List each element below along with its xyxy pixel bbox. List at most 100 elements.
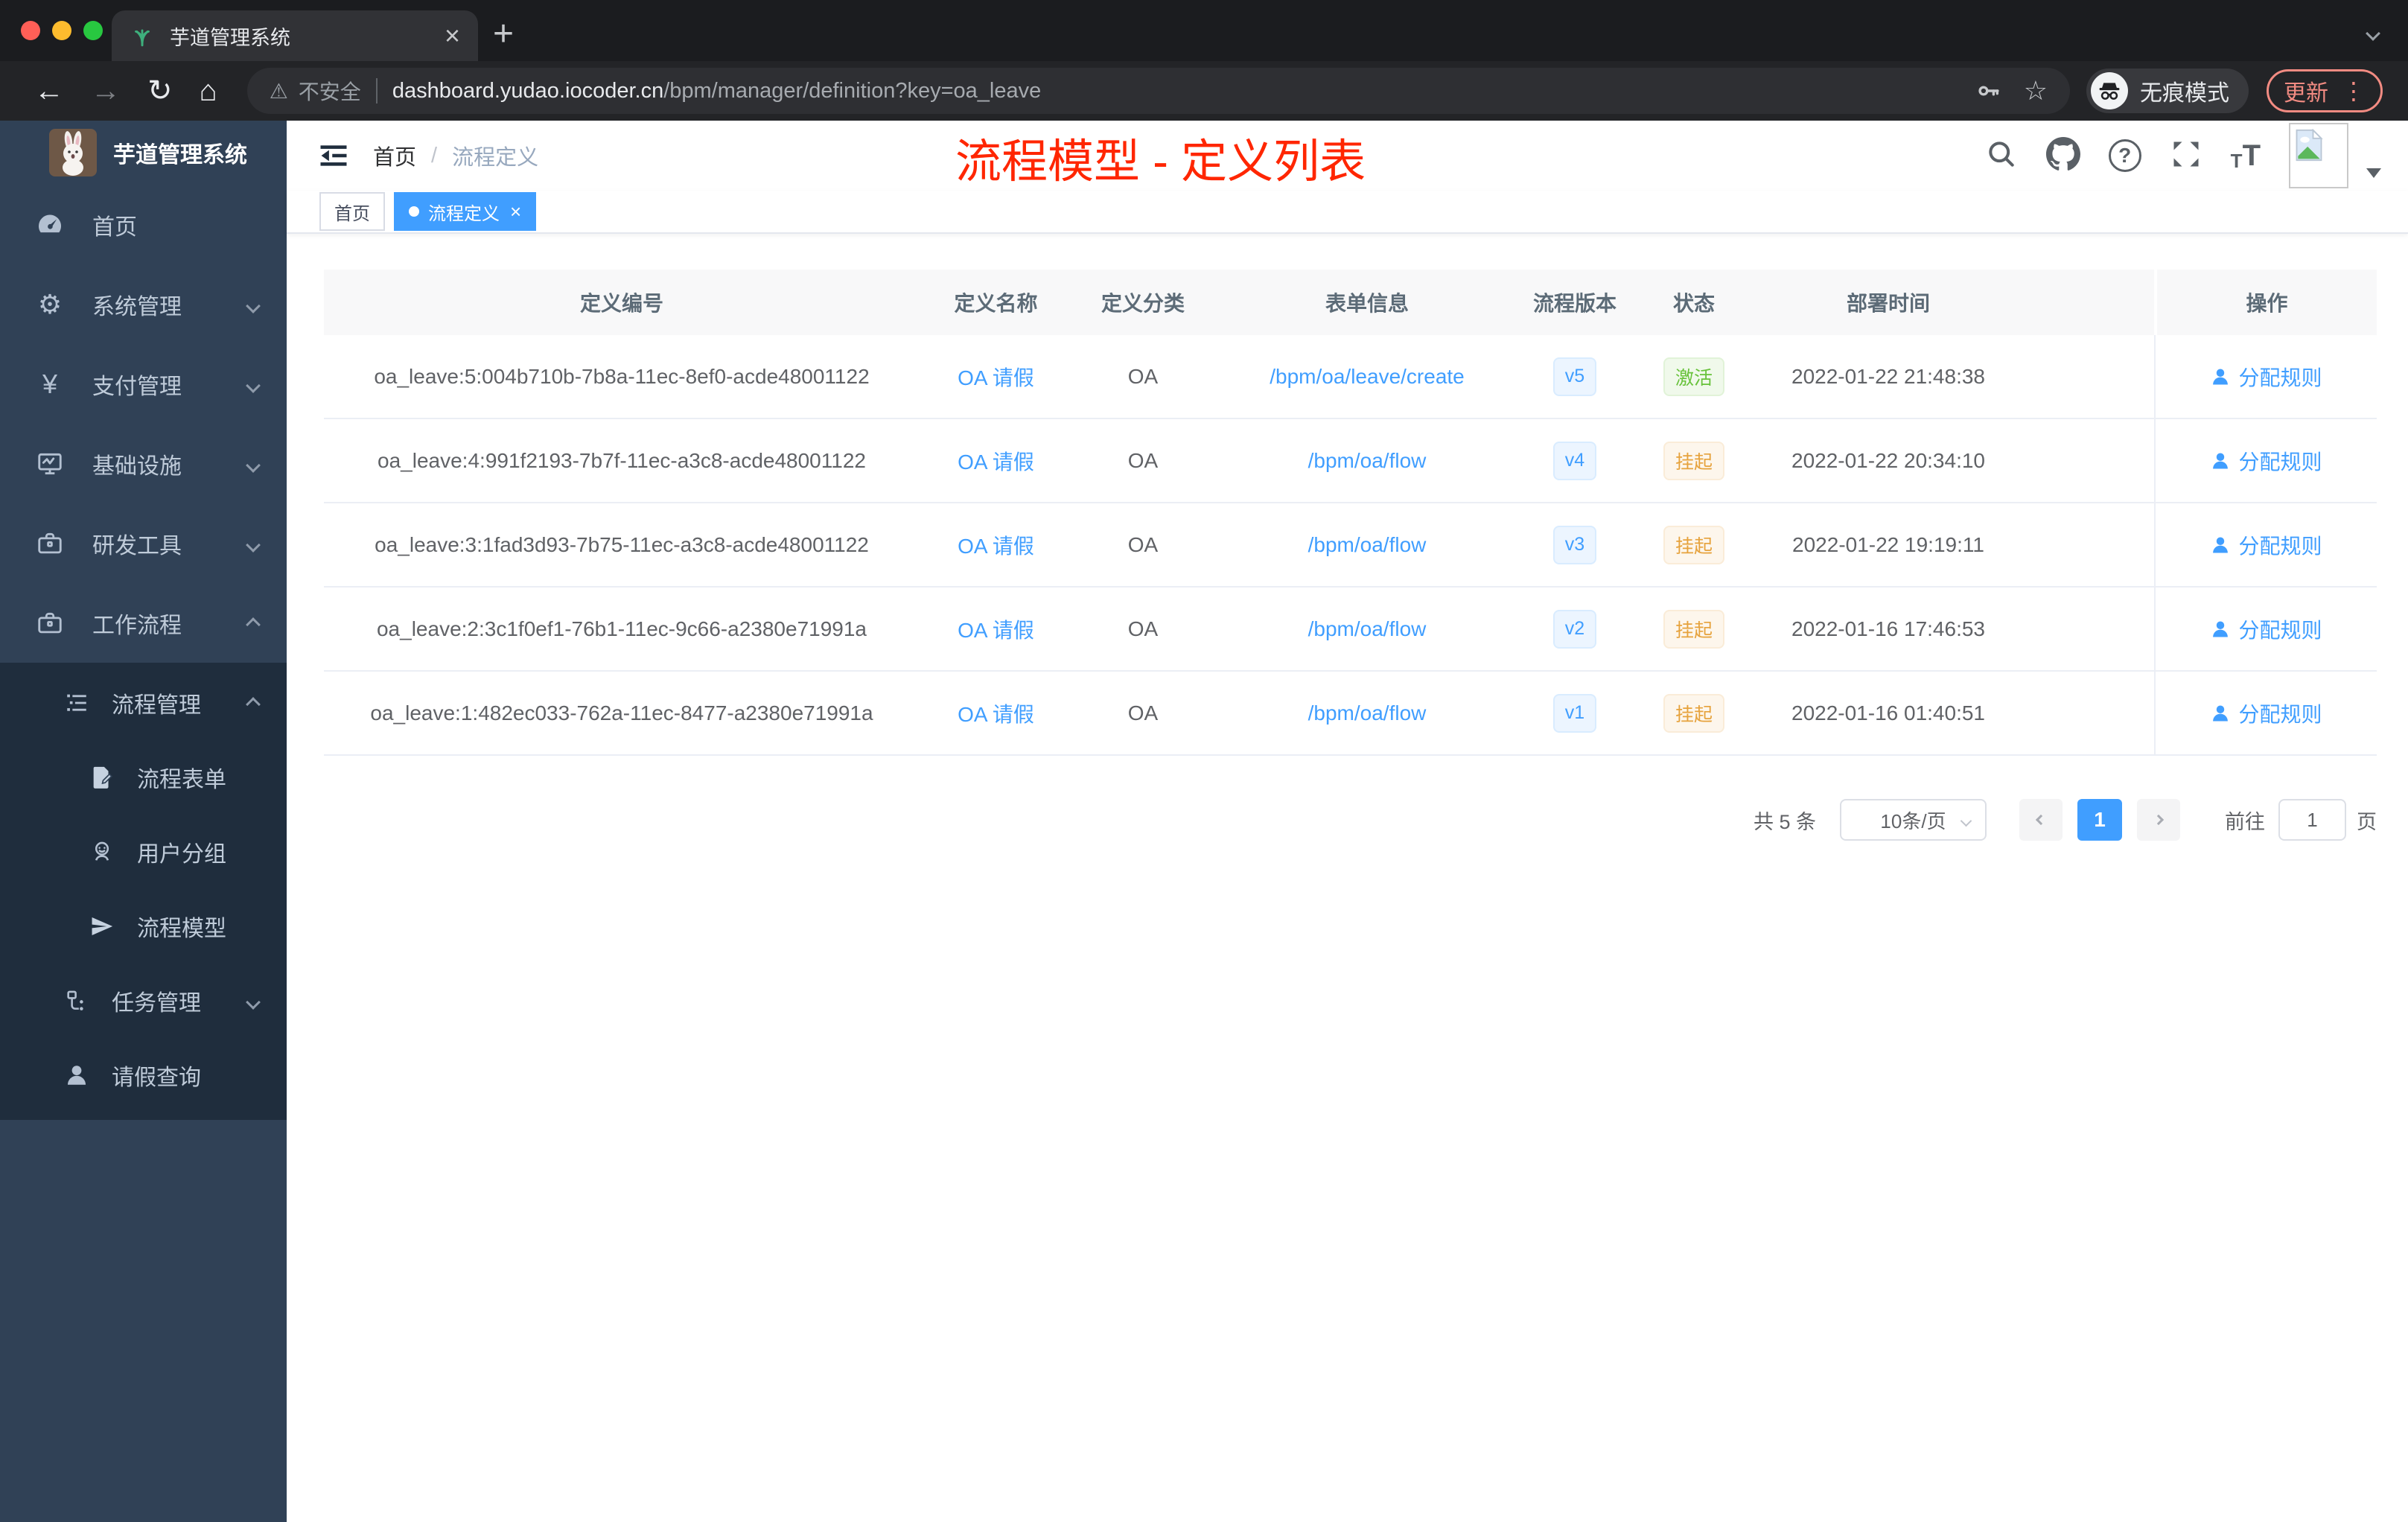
- version-badge: v2: [1552, 609, 1597, 649]
- tag-close-icon[interactable]: ×: [510, 200, 521, 223]
- tab-close-icon[interactable]: ×: [445, 22, 460, 49]
- sidebar-item-payment[interactable]: ¥ 支付管理: [0, 344, 287, 424]
- breadcrumb-home[interactable]: 首页: [373, 140, 416, 171]
- sidebar-item-label: 用户分组: [137, 842, 226, 867]
- home-icon[interactable]: ⌂: [200, 76, 217, 106]
- next-page-button[interactable]: [2137, 799, 2180, 841]
- user-avatar-broken-image[interactable]: [2289, 123, 2348, 188]
- sidebar-item-label: 任务管理: [112, 991, 201, 1016]
- cell-gap: [2018, 419, 2154, 502]
- tag-process-definition[interactable]: 流程定义 ×: [394, 192, 537, 231]
- active-tag-dot: [409, 206, 419, 217]
- cell-form-info: /bpm/oa/flow: [1214, 419, 1520, 502]
- sidebar-item-process-management[interactable]: 流程管理: [0, 666, 287, 740]
- address-bar[interactable]: ⚠ 不安全 dashboard.yudao.iocoder.cn /bpm/ma…: [246, 68, 2070, 114]
- browser-update-button[interactable]: 更新 ⋮: [2267, 69, 2383, 112]
- form-link[interactable]: /bpm/oa/flow: [1308, 617, 1427, 641]
- user-icon: [2213, 369, 2229, 384]
- cell-definition-id: oa_leave:3:1fad3d93-7b75-11ec-a3c8-acde4…: [375, 532, 869, 556]
- sidebar-item-leave-query[interactable]: 请假查询: [0, 1038, 287, 1112]
- help-question-icon[interactable]: ?: [2108, 139, 2141, 172]
- app-logo-row[interactable]: 芋道管理系统: [0, 121, 287, 185]
- fullscreen-icon[interactable]: [2170, 138, 2202, 174]
- assign-rule-link[interactable]: 分配规则: [2210, 446, 2322, 476]
- tag-home[interactable]: 首页: [319, 192, 385, 231]
- cell-definition-name: OA 请假: [920, 503, 1072, 586]
- prev-page-button[interactable]: [2019, 799, 2063, 841]
- zoom-window-button[interactable]: [83, 21, 103, 40]
- user-icon: [2213, 453, 2229, 468]
- briefcase-icon: [34, 609, 66, 637]
- bookmark-star-icon[interactable]: ☆: [2024, 75, 2048, 106]
- sidebar-item-process-form[interactable]: 流程表单: [0, 740, 287, 815]
- column-header: 定义编号: [579, 292, 663, 315]
- browser-menu-dots-icon[interactable]: ⋮: [2342, 77, 2366, 105]
- reload-icon[interactable]: ↻: [147, 76, 173, 106]
- close-window-button[interactable]: [21, 21, 40, 40]
- table-row: oa_leave:5:004b710b-7b8a-11ec-8ef0-acde4…: [324, 335, 2377, 419]
- password-key-icon[interactable]: [1976, 78, 2001, 104]
- forward-icon[interactable]: →: [91, 76, 121, 106]
- sidebar-item-system[interactable]: ⚙ 系统管理: [0, 264, 287, 344]
- column-header: 部署时间: [1846, 292, 1930, 315]
- chevron-left-icon: [2035, 814, 2047, 826]
- sidebar-item-task-management[interactable]: 任务管理: [0, 964, 287, 1038]
- yen-icon: ¥: [42, 368, 58, 399]
- table-row: oa_leave:4:991f2193-7b7f-11ec-a3c8-acde4…: [324, 419, 2377, 503]
- goto-unit: 页: [2357, 810, 2377, 833]
- sidebar-item-home[interactable]: 首页: [0, 185, 287, 264]
- form-link[interactable]: /bpm/oa/leave/create: [1270, 365, 1465, 389]
- assign-rule-link[interactable]: 分配规则: [2210, 698, 2322, 728]
- minimize-window-button[interactable]: [52, 21, 71, 40]
- sidebar-fold-icon[interactable]: [318, 140, 349, 171]
- paper-plane-icon: [86, 914, 118, 939]
- definition-name-link[interactable]: OA 请假: [958, 614, 1034, 644]
- cell-status: 激活: [1629, 335, 1759, 418]
- cell-category: OA: [1127, 617, 1159, 640]
- tags-view-bar: 首页 流程定义 ×: [287, 191, 2408, 234]
- column-header: 状态: [1672, 292, 1715, 315]
- back-icon[interactable]: ←: [34, 76, 64, 106]
- assign-rule-link[interactable]: 分配规则: [2210, 530, 2322, 560]
- sidebar-item-user-group[interactable]: 用户分组: [0, 815, 287, 889]
- page-size-select[interactable]: 10条/页: [1840, 799, 1987, 841]
- user-group-icon: [86, 839, 118, 865]
- chevron-down-icon: [246, 292, 261, 317]
- font-size-icon[interactable]: T T: [2231, 139, 2261, 173]
- goto-page-input[interactable]: [2278, 799, 2346, 841]
- search-icon[interactable]: [1985, 138, 2018, 174]
- avatar-caret-down-icon[interactable]: [2366, 168, 2381, 178]
- github-icon[interactable]: [2045, 136, 2080, 175]
- assign-rule-link[interactable]: 分配规则: [2210, 614, 2322, 644]
- new-tab-button[interactable]: +: [493, 13, 514, 54]
- tab-search-chevron-icon[interactable]: [2366, 26, 2380, 42]
- cell-action: 分配规则: [2154, 588, 2377, 670]
- yudao-favicon-plant-icon: [130, 23, 155, 48]
- column-header: 流程版本: [1532, 292, 1617, 315]
- assign-rule-link[interactable]: 分配规则: [2210, 362, 2322, 392]
- definition-name-link[interactable]: OA 请假: [958, 362, 1034, 392]
- goto-label: 前往: [2225, 810, 2265, 833]
- cell-action: 分配规则: [2154, 335, 2377, 418]
- table-row: oa_leave:1:482ec033-762a-11ec-8477-a2380…: [324, 672, 2377, 756]
- definition-name-link[interactable]: OA 请假: [958, 530, 1034, 560]
- security-label[interactable]: 不安全: [299, 76, 361, 106]
- definition-name-link[interactable]: OA 请假: [958, 698, 1034, 728]
- definition-name-link[interactable]: OA 请假: [958, 446, 1034, 476]
- sidebar-item-workflow[interactable]: 工作流程: [0, 583, 287, 663]
- form-link[interactable]: /bpm/oa/flow: [1308, 449, 1427, 473]
- form-link[interactable]: /bpm/oa/flow: [1308, 533, 1427, 557]
- cell-gap: [2018, 672, 2154, 754]
- form-link[interactable]: /bpm/oa/flow: [1308, 701, 1427, 725]
- app-title: 芋道管理系统: [113, 143, 247, 168]
- browser-tab[interactable]: 芋道管理系统 ×: [112, 10, 478, 61]
- cell-form-info: /bpm/oa/leave/create: [1214, 335, 1520, 418]
- breadcrumb-current: 流程定义: [452, 146, 539, 170]
- cell-definition-name: OA 请假: [920, 672, 1072, 754]
- pagination-total: 共 5 条: [1753, 810, 1816, 833]
- sidebar-item-infrastructure[interactable]: 基础设施: [0, 424, 287, 503]
- current-page-button[interactable]: 1: [2077, 799, 2122, 841]
- sidebar-item-process-model[interactable]: 流程模型: [0, 889, 287, 964]
- sidebar-item-dev-tools[interactable]: 研发工具: [0, 503, 287, 583]
- cell-status: 挂起: [1629, 419, 1759, 502]
